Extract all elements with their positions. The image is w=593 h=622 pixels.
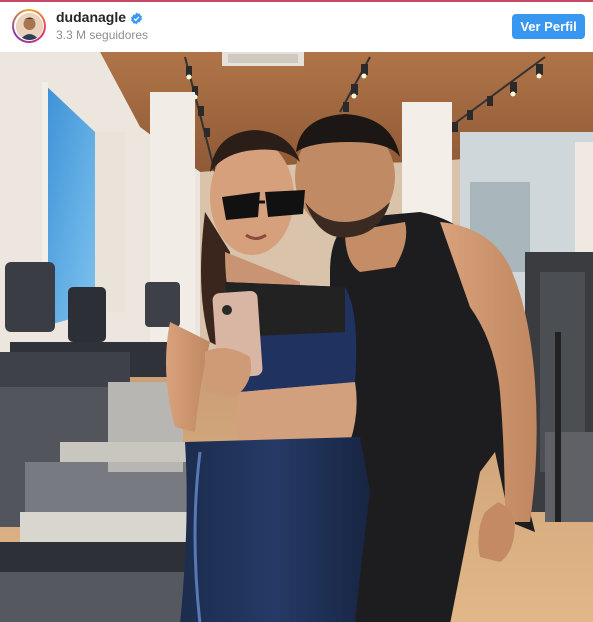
instagram-post-card: dudanagle 3.3 M seguidores Ver Perfil	[0, 0, 593, 622]
avatar-ring	[14, 11, 44, 41]
avatar-icon	[15, 12, 43, 40]
verified-badge-icon	[130, 11, 143, 25]
follower-count: 3.3 M seguidores	[56, 28, 149, 43]
view-profile-button[interactable]: Ver Perfil	[512, 13, 585, 39]
post-header: dudanagle 3.3 M seguidores Ver Perfil	[0, 2, 593, 50]
username-link[interactable]: dudanagle	[56, 9, 126, 26]
post-photo[interactable]	[0, 52, 593, 622]
avatar[interactable]	[12, 9, 46, 43]
account-name-row: dudanagle	[56, 9, 148, 26]
account-info: dudanagle 3.3 M seguidores	[56, 9, 148, 42]
gym-selfie-image	[0, 52, 593, 622]
